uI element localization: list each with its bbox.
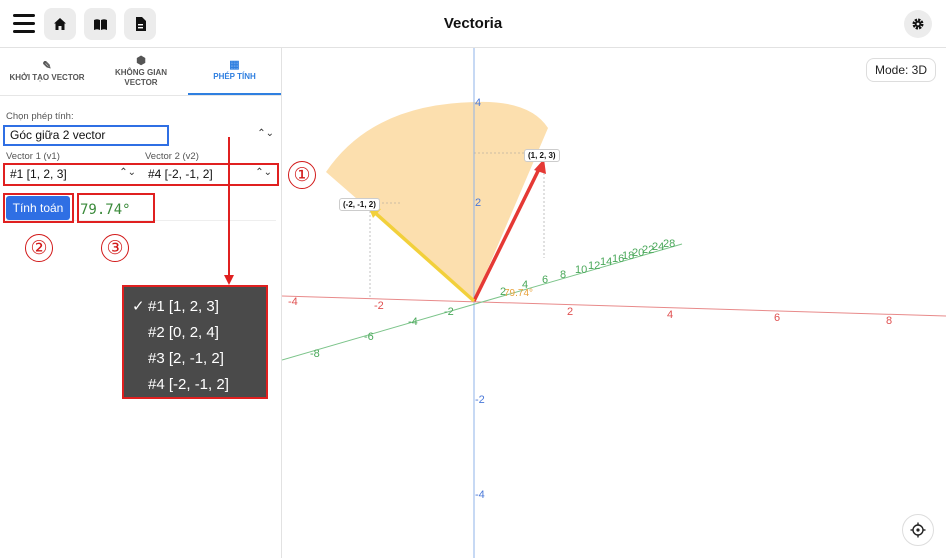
z-tick: 10: [575, 264, 588, 276]
select-chevron-icon: ⌃⌄: [257, 128, 274, 139]
mode-toggle-button[interactable]: Mode: 3D: [865, 58, 936, 82]
dropdown-option[interactable]: ✓ #1 [1, 2, 3]: [124, 293, 266, 319]
pencil-icon: ✎: [42, 59, 52, 72]
vector-v2-label: (-2, -1, 2): [339, 198, 380, 211]
x-tick: 6: [774, 312, 781, 324]
dropdown-option[interactable]: #3 [2, -1, 2]: [124, 345, 266, 371]
app-title: Vectoria: [443, 15, 503, 32]
operation-label: Chọn phép tính:: [6, 111, 74, 122]
annotation-2: ②: [25, 234, 53, 262]
calculator-icon: ▦: [229, 58, 240, 71]
z-tick: -2: [444, 306, 454, 318]
y-tick: -2: [475, 394, 485, 406]
crosshair-icon: [910, 522, 926, 538]
y-tick: -4: [475, 489, 485, 501]
z-tick: -8: [310, 348, 320, 360]
vector-3d-scene[interactable]: (1, 2, 3) (-2, -1, 2) 79.74° -4 -2 2 4 6…: [282, 48, 946, 558]
z-tick: 2: [500, 286, 507, 298]
option-label: #3 [2, -1, 2]: [148, 349, 224, 367]
angle-label: 79.74°: [504, 288, 534, 299]
z-tick: 6: [542, 274, 549, 286]
option-label: #1 [1, 2, 3]: [148, 297, 219, 315]
y-tick: 4: [475, 97, 482, 109]
x-tick: 8: [886, 315, 893, 327]
z-tick: 4: [522, 279, 529, 291]
gear-icon: [912, 18, 924, 30]
option-label: #4 [-2, -1, 2]: [148, 375, 229, 393]
tab-create-vector[interactable]: ✎ KHỞI TẠO VECTOR: [0, 48, 94, 95]
recenter-button[interactable]: [902, 514, 934, 546]
tab-label: KHỞI TẠO VECTOR: [9, 72, 85, 82]
operation-highlight: [3, 125, 169, 146]
tab-bar: ✎ KHỞI TẠO VECTOR ⬢ KHÔNG GIAN VECTOR ▦ …: [0, 48, 281, 96]
y-tick: 2: [475, 197, 482, 209]
vector-v1-label: (1, 2, 3): [524, 149, 560, 162]
vector2-label: Vector 2 (v2): [145, 151, 199, 162]
calculate-highlight: [3, 193, 74, 223]
tab-label: PHÉP TÍNH: [213, 71, 256, 81]
checkmark-icon: ✓: [132, 298, 145, 315]
z-tick: 28: [663, 238, 676, 250]
option-label: #2 [0, 2, 4]: [148, 323, 219, 341]
x-tick: 4: [667, 309, 674, 321]
dropdown-option[interactable]: #2 [0, 2, 4]: [124, 319, 266, 345]
z-tick: 14: [600, 256, 613, 268]
x-tick: -4: [288, 296, 298, 308]
annotation-3: ③: [101, 234, 129, 262]
z-tick: -6: [364, 331, 374, 343]
top-bar: Vectoria: [0, 0, 946, 48]
z-tick: 8: [560, 269, 567, 281]
tab-vector-space[interactable]: ⬢ KHÔNG GIAN VECTOR: [94, 48, 188, 95]
result-highlight: [77, 193, 155, 223]
cube-icon: ⬢: [136, 54, 146, 67]
settings-button[interactable]: [904, 10, 932, 38]
annotation-arrow: [224, 137, 234, 285]
vector-dropdown-list: ✓ #1 [1, 2, 3] #2 [0, 2, 4] #3 [2, -1, 2…: [122, 285, 268, 399]
dropdown-option[interactable]: #4 [-2, -1, 2]: [124, 371, 266, 397]
z-tick: 12: [588, 260, 601, 272]
vector1-label: Vector 1 (v1): [6, 151, 60, 162]
x-tick: -2: [374, 300, 384, 312]
z-tick: -4: [408, 316, 418, 328]
tab-label: KHÔNG GIAN VECTOR: [115, 67, 167, 87]
tab-operations[interactable]: ▦ PHÉP TÍNH: [188, 48, 281, 95]
x-tick: 2: [567, 306, 574, 318]
